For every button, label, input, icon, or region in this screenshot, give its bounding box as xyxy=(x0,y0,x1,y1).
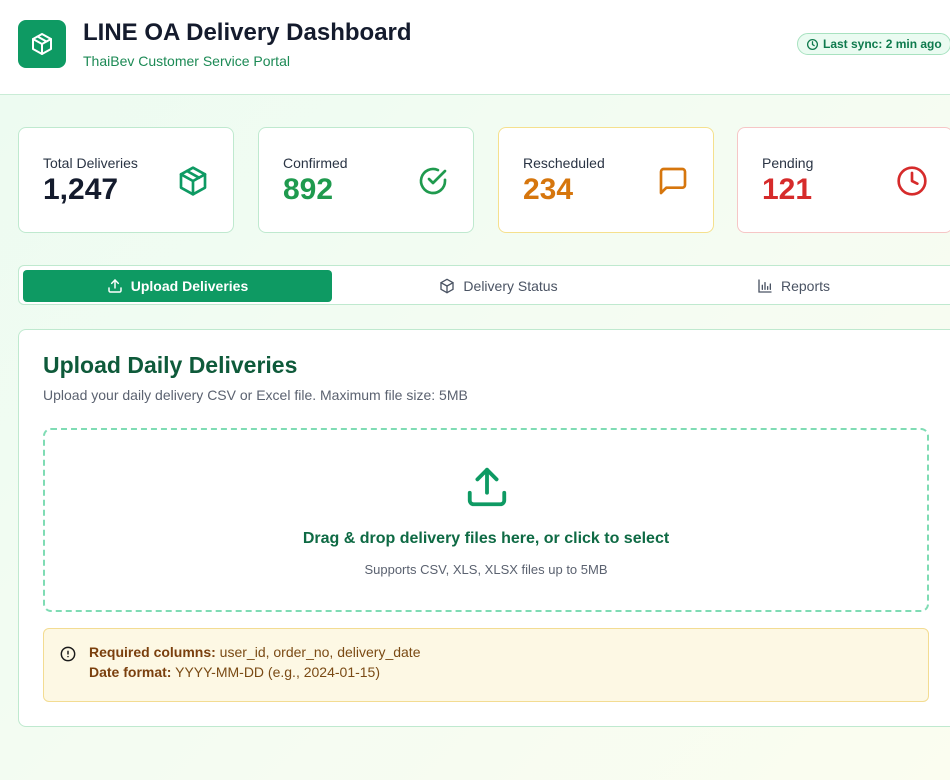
check-circle-icon xyxy=(419,167,447,195)
stat-value: 1,247 xyxy=(43,173,119,206)
sync-text: Last sync: 2 min ago xyxy=(823,37,942,51)
tab-upload-deliveries[interactable]: Upload Deliveries xyxy=(23,270,332,302)
stat-card-rescheduled: Rescheduled 234 xyxy=(498,127,714,233)
date-format-label: Date format: xyxy=(89,664,172,680)
dropzone-text: Drag & drop delivery files here, or clic… xyxy=(302,530,670,547)
package-icon xyxy=(440,278,455,294)
tab-reports[interactable]: Reports xyxy=(639,270,948,302)
dropzone-hint: Supports CSV, XLS, XLSX files up to 5MB xyxy=(364,562,608,577)
panel-description: Upload your daily delivery CSV or Excel … xyxy=(43,387,468,403)
required-columns-value: user_id, order_no, delivery_date xyxy=(215,644,421,660)
upload-icon xyxy=(467,467,507,507)
app-logo xyxy=(18,20,66,68)
tab-label: Upload Deliveries xyxy=(130,278,249,294)
stat-card-confirmed: Confirmed 892 xyxy=(258,127,474,233)
app-header: LINE OA Delivery Dashboard ThaiBev Custo… xyxy=(0,0,950,95)
stat-label: Rescheduled xyxy=(523,155,605,171)
clock-icon xyxy=(897,166,927,196)
page-title: LINE OA Delivery Dashboard xyxy=(83,19,412,46)
bar-chart-icon xyxy=(758,279,772,293)
panel-title: Upload Daily Deliveries xyxy=(43,352,298,378)
stat-card-total: Total Deliveries 1,247 xyxy=(18,127,234,233)
upload-panel: Upload Daily Deliveries Upload your dail… xyxy=(18,329,950,727)
clock-icon xyxy=(806,38,819,50)
stat-label: Confirmed xyxy=(283,155,348,171)
stat-value: 234 xyxy=(523,173,574,206)
package-icon xyxy=(32,33,52,55)
upload-icon xyxy=(108,279,122,293)
sync-status-badge: Last sync: 2 min ago xyxy=(797,33,950,55)
date-format-line: Date format: YYYY-MM-DD (e.g., 2024-01-1… xyxy=(89,664,380,680)
date-format-value: YYYY-MM-DD (e.g., 2024-01-15) xyxy=(171,664,380,680)
stat-label: Pending xyxy=(762,155,814,171)
stat-value: 121 xyxy=(762,173,813,206)
tab-label: Delivery Status xyxy=(463,278,558,294)
page-subtitle: ThaiBev Customer Service Portal xyxy=(83,53,290,69)
required-columns-label: Required columns: xyxy=(89,644,216,660)
stat-card-pending: Pending 121 xyxy=(737,127,950,233)
stat-label: Total Deliveries xyxy=(43,155,138,171)
format-note: Required columns: user_id, order_no, del… xyxy=(43,628,929,702)
stat-value: 892 xyxy=(283,173,334,206)
tab-delivery-status[interactable]: Delivery Status xyxy=(344,270,653,302)
file-dropzone[interactable]: Drag & drop delivery files here, or clic… xyxy=(43,428,929,612)
tab-label: Reports xyxy=(780,278,831,294)
package-icon xyxy=(179,166,207,196)
message-icon xyxy=(659,167,687,195)
tab-bar: Upload Deliveries Delivery Status Report… xyxy=(18,265,950,305)
required-columns-line: Required columns: user_id, order_no, del… xyxy=(89,644,420,660)
alert-circle-icon xyxy=(60,646,76,662)
